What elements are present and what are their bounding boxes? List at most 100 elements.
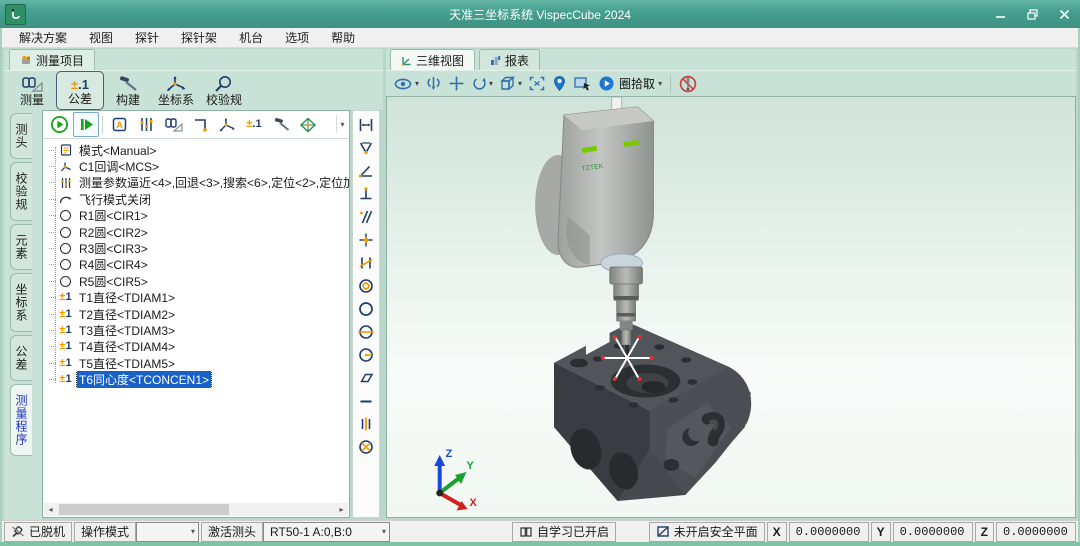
plane-icon [299, 116, 317, 134]
measure-small-button[interactable] [160, 112, 186, 137]
project-icon [20, 54, 32, 66]
gdt-angularity-icon[interactable] [354, 251, 378, 274]
menu-help[interactable]: 帮助 [320, 27, 366, 48]
tolerance-label: 公差 [68, 93, 92, 105]
circle-pick-dropdown[interactable]: ▾ [658, 79, 662, 88]
run-button[interactable] [46, 112, 72, 137]
gdt-circularity-icon[interactable] [354, 297, 378, 320]
orbit-button[interactable] [423, 73, 444, 95]
coordinate-system-button[interactable]: 坐标系 [152, 71, 200, 110]
menu-probe[interactable]: 探针 [124, 27, 170, 48]
gdt-circular-runout-icon[interactable] [354, 320, 378, 343]
op-mode-combo[interactable]: ▾ [136, 522, 199, 542]
tree-item-cir3[interactable]: R3圆<CIR3> [43, 240, 349, 256]
tree-item-recall[interactable]: C1回调<MCS> [43, 158, 349, 174]
eye-dropdown[interactable]: ▾ [415, 79, 419, 88]
gdt-symmetry-icon[interactable] [354, 412, 378, 435]
circle-pick-button[interactable]: 圈拾取 ▾ [596, 73, 664, 95]
side-tab-tolerance[interactable]: 公差 [10, 335, 32, 381]
menu-machine[interactable]: 机台 [228, 27, 274, 48]
window-select-button[interactable] [571, 73, 594, 95]
tree-item-flymode[interactable]: 飞行模式关闭 [43, 191, 349, 207]
chevron-down-icon: ▾ [183, 527, 195, 536]
scroll-right-arrow[interactable]: ▸ [335, 503, 348, 516]
gdt-parallelism-icon[interactable] [354, 205, 378, 228]
tolerance-button[interactable]: ±.1 公差 [56, 71, 104, 110]
tolerance-small-button[interactable]: ±.1 [241, 112, 267, 137]
gdt-angle-icon[interactable] [354, 159, 378, 182]
plane-button[interactable] [295, 112, 321, 137]
tree-item-mode[interactable]: 模式<Manual> [43, 142, 349, 158]
construct-button[interactable]: 构建 [104, 71, 152, 110]
eye-button[interactable]: ▾ [392, 73, 421, 95]
zoom-fit-button[interactable] [526, 73, 548, 95]
gdt-position-point-icon[interactable] [354, 228, 378, 251]
tree-item-cir5[interactable]: R5圆<CIR5> [43, 273, 349, 289]
gdt-straightness-icon[interactable] [354, 389, 378, 412]
gauge-check-label0: 坐标系 [158, 94, 194, 106]
step-run-button[interactable] [73, 112, 99, 137]
menu-options[interactable]: 选项 [274, 27, 320, 48]
corner-button[interactable] [187, 112, 213, 137]
probe-hide-icon [679, 75, 697, 93]
tree-item-tdiam4[interactable]: ±1T4直径<TDIAM4> [43, 339, 349, 355]
tab-3d-view[interactable]: 三维视图 [390, 49, 475, 70]
construct-label: 构建 [116, 94, 140, 106]
tree-item-cir4[interactable]: R4圆<CIR4> [43, 257, 349, 273]
self-learn-label: 自学习已开启 [537, 523, 609, 540]
tree-item-tdiam5[interactable]: ±1T5直径<TDIAM5> [43, 355, 349, 371]
side-tab-gauge[interactable]: 校验规 [10, 162, 32, 221]
rotate-view-button[interactable]: ▾ [469, 73, 495, 95]
menu-probe-rack[interactable]: 探针架 [170, 27, 228, 48]
menu-view[interactable]: 视图 [78, 27, 124, 48]
tree-item-cir1[interactable]: R1圆<CIR1> [43, 208, 349, 224]
construct-small-button[interactable] [268, 112, 294, 137]
tab-report[interactable]: 报表 [479, 49, 540, 70]
tab-measure-project[interactable]: 测量项目 [9, 49, 95, 70]
gdt-concentricity-icon[interactable] [354, 274, 378, 297]
gdt-angle-cone-icon[interactable] [354, 136, 378, 159]
scroll-left-arrow[interactable]: ◂ [44, 503, 57, 516]
probe-hide-button[interactable] [677, 73, 699, 95]
parameters-icon [138, 116, 155, 133]
gauge-check-button[interactable]: 校验规 [200, 71, 248, 110]
gdt-distance-icon[interactable] [354, 113, 378, 136]
toolbar-overflow-button[interactable]: ▾ [336, 115, 348, 133]
side-tab-probe[interactable]: 测头 [10, 113, 32, 159]
restore-button[interactable] [1016, 0, 1048, 28]
scroll-thumb[interactable] [59, 504, 229, 515]
z-value: 0.0000000 [1003, 525, 1068, 539]
gdt-total-runout-icon[interactable] [354, 435, 378, 458]
rotate-view-dropdown[interactable]: ▾ [489, 79, 493, 88]
tree-item-tdiam2[interactable]: ±1T2直径<TDIAM2> [43, 306, 349, 322]
side-tab-feature[interactable]: 元素 [10, 224, 32, 270]
measure-button[interactable]: 测量 [8, 71, 56, 110]
tree-horizontal-scrollbar[interactable]: ◂ ▸ [44, 503, 348, 516]
side-tab-coordsys[interactable]: 坐标系 [10, 273, 32, 332]
side-tab-program[interactable]: 测量程序 [10, 384, 32, 456]
parameters-button[interactable] [133, 112, 159, 137]
status-bar: 已脱机 操作模式 ▾ 激活测头 RT50-1 A:0,B:0▾ 自学习已开启 未… [2, 520, 1078, 542]
menu-solution[interactable]: 解决方案 [8, 27, 78, 48]
coordinate-triad: Z Y X [434, 448, 477, 511]
cube-view-button[interactable]: ▾ [497, 73, 524, 95]
tree-item-tdiam1[interactable]: ±1T1直径<TDIAM1> [43, 290, 349, 306]
auto-label-button[interactable]: A [106, 112, 132, 137]
active-probe-combo[interactable]: RT50-1 A:0,B:0▾ [263, 522, 390, 542]
coordsys-small-button[interactable] [214, 112, 240, 137]
pan-button[interactable] [446, 73, 467, 95]
tree-item-tconcen1-selected[interactable]: ±1T6同心度<TCONCEN1> [43, 371, 349, 387]
gdt-perpendicularity-icon[interactable] [354, 182, 378, 205]
cube-view-dropdown[interactable]: ▾ [518, 79, 522, 88]
locate-button[interactable] [550, 73, 569, 95]
circle-icon [58, 258, 73, 271]
gdt-flatness-icon[interactable] [354, 366, 378, 389]
three-d-viewport[interactable]: TZTEK [386, 96, 1076, 518]
tree-item-cir2[interactable]: R2圆<CIR2> [43, 224, 349, 240]
tree-item-tdiam3[interactable]: ±1T3直径<TDIAM3> [43, 322, 349, 338]
close-button[interactable] [1048, 0, 1080, 28]
gdt-cylindricity-icon[interactable] [354, 343, 378, 366]
minimize-button[interactable] [984, 0, 1016, 28]
self-learn-icon [519, 526, 533, 538]
tree-item-params[interactable]: 测量参数逼近<4>,回退<3>,搜索<6>,定位<2>,定位加<2>,测 [43, 175, 349, 191]
